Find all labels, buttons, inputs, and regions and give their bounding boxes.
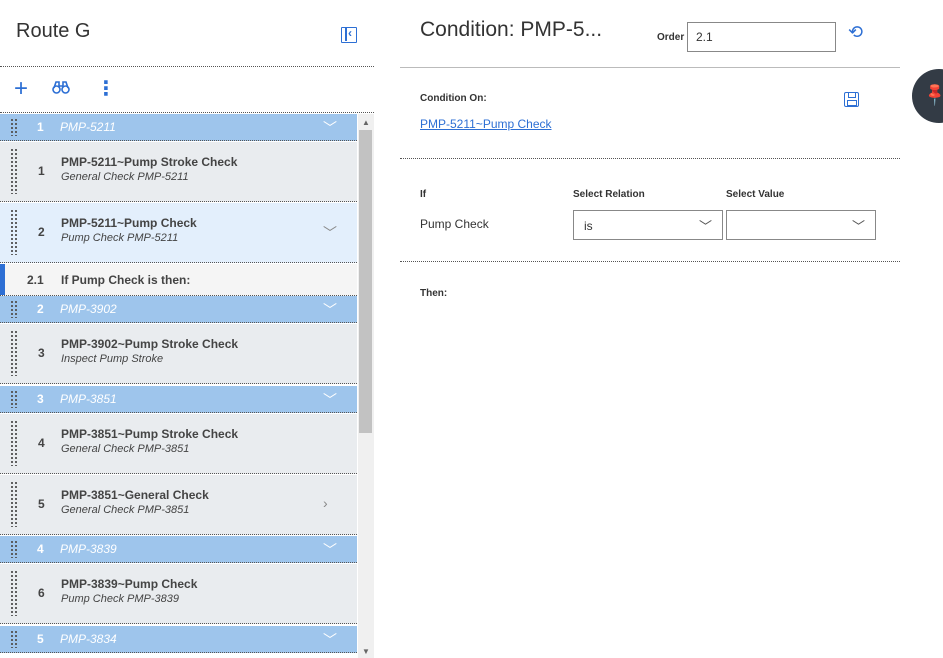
condition-row[interactable]: 2.1 If Pump Check is then: [0, 264, 357, 296]
drag-handle-icon[interactable] [10, 570, 18, 616]
relation-select[interactable]: is ﹀ [573, 210, 723, 240]
pin-button[interactable]: 📌 [912, 69, 943, 123]
if-label: If [420, 189, 427, 200]
group-header[interactable]: 3 PMP-3851 ﹀ [0, 386, 357, 413]
list-item[interactable]: 4 PMP-3851~Pump Stroke Check General Che… [0, 414, 357, 474]
group-number: 2 [37, 302, 44, 316]
list-scrollbar[interactable]: ▲ ▼ [358, 114, 374, 658]
chevron-right-icon[interactable]: › [323, 495, 328, 511]
group-name: PMP-3839 [60, 542, 117, 556]
chevron-down-icon[interactable]: ﹀ [852, 216, 865, 235]
chevron-down-icon[interactable]: ﹀ [323, 630, 337, 650]
list-item[interactable]: 1 PMP-5211~Pump Stroke Check General Che… [0, 142, 357, 202]
value-select[interactable]: ﹀ [726, 210, 876, 240]
condition-panel: Condition: PMP-5... Order ⟲ Condition On… [400, 0, 900, 658]
drag-handle-icon[interactable] [10, 390, 18, 408]
drag-handle-icon[interactable] [10, 118, 18, 136]
list-item[interactable]: 3 PMP-3902~Pump Stroke Check Inspect Pum… [0, 324, 357, 384]
item-subtitle: Pump Check PMP-3839 [61, 593, 179, 605]
item-title: PMP-3902~Pump Stroke Check [61, 337, 239, 351]
list-item[interactable]: 6 PMP-3839~Pump Check Pump Check PMP-383… [0, 564, 357, 624]
binoculars-svg [52, 81, 70, 94]
item-subtitle: Inspect Pump Stroke [61, 353, 164, 365]
item-number: 2 [38, 225, 45, 239]
chevron-down-icon[interactable]: ﹀ [699, 216, 712, 235]
item-title: PMP-5211~Pump Stroke Check [61, 155, 238, 169]
plus-icon[interactable]: + [14, 77, 28, 101]
drag-handle-icon[interactable] [10, 148, 18, 194]
drag-handle-icon[interactable] [10, 481, 18, 527]
divider [400, 158, 900, 159]
group-name: PMP-3851 [60, 392, 117, 406]
item-title: PMP-3851~General Check [61, 488, 209, 502]
scroll-up-icon[interactable]: ▲ [362, 118, 370, 127]
select-relation-label: Select Relation [573, 189, 645, 200]
route-panel: Route G + ⋮ 1 PMP-5211 ﹀ 1 PMP-5211~Pump… [0, 0, 374, 658]
item-title: PMP-3839~Pump Check [61, 577, 198, 591]
chevron-down-icon[interactable]: ﹀ [323, 223, 337, 243]
item-subtitle: General Check PMP-5211 [61, 171, 189, 183]
group-header[interactable]: 4 PMP-3839 ﹀ [0, 536, 357, 563]
group-number: 3 [37, 392, 44, 406]
item-subtitle: Pump Check PMP-5211 [61, 232, 179, 244]
item-number: 5 [38, 497, 45, 511]
if-field-name: Pump Check [420, 217, 489, 231]
group-name: PMP-3902 [60, 302, 117, 316]
route-header: Route G [0, 0, 374, 67]
item-number: 3 [38, 346, 45, 360]
then-label: Then: [420, 288, 448, 299]
drag-handle-icon[interactable] [10, 300, 18, 318]
order-input[interactable] [687, 22, 836, 52]
item-subtitle: General Check PMP-3851 [61, 443, 190, 455]
order-label: Order [657, 32, 685, 43]
scroll-down-icon[interactable]: ▼ [362, 647, 370, 656]
group-header[interactable]: 2 PMP-3902 ﹀ [0, 296, 357, 323]
item-number: 6 [38, 586, 45, 600]
condition-text: If Pump Check is then: [61, 273, 191, 287]
condition-header: Condition: PMP-5... Order ⟲ [400, 0, 900, 68]
condition-on-link[interactable]: PMP-5211~Pump Check [420, 117, 552, 131]
item-subtitle: General Check PMP-3851 [61, 504, 190, 516]
group-header[interactable]: 1 PMP-5211 ﹀ [0, 114, 357, 141]
chevron-down-icon[interactable]: ﹀ [323, 540, 337, 560]
divider [400, 261, 900, 262]
route-step-list: 1 PMP-5211 ﹀ 1 PMP-5211~Pump Stroke Chec… [0, 114, 357, 658]
drag-handle-icon[interactable] [10, 630, 18, 648]
drag-handle-icon[interactable] [10, 209, 18, 255]
group-name: PMP-5211 [60, 120, 116, 134]
save-icon[interactable] [844, 92, 859, 107]
route-toolbar: + ⋮ [0, 68, 374, 113]
group-number: 4 [37, 542, 44, 556]
condition-on-label: Condition On: [420, 93, 487, 104]
binoculars-icon[interactable] [52, 78, 70, 100]
relation-select-value: is [584, 219, 593, 233]
chevron-down-icon[interactable]: ﹀ [323, 300, 337, 320]
pin-icon: 📌 [922, 81, 943, 108]
scrollbar-thumb[interactable] [359, 130, 372, 433]
group-number: 5 [37, 632, 44, 646]
more-vertical-icon[interactable]: ⋮ [96, 78, 116, 100]
collapse-panel-icon[interactable] [341, 26, 357, 43]
item-number: 1 [38, 164, 45, 178]
drag-handle-icon[interactable] [10, 330, 18, 376]
condition-number: 2.1 [27, 273, 44, 287]
group-header[interactable]: 5 PMP-3834 ﹀ [0, 626, 357, 653]
route-title: Route G [16, 20, 91, 42]
group-name: PMP-3834 [60, 632, 117, 646]
group-number: 1 [37, 120, 44, 134]
list-item[interactable]: 5 PMP-3851~General Check General Check P… [0, 475, 357, 535]
item-title: PMP-5211~Pump Check [61, 216, 197, 230]
item-number: 4 [38, 436, 45, 450]
select-value-label: Select Value [726, 189, 785, 200]
item-title: PMP-3851~Pump Stroke Check [61, 427, 239, 441]
chevron-down-icon[interactable]: ﹀ [323, 118, 337, 138]
chevron-down-icon[interactable]: ﹀ [323, 390, 337, 410]
refresh-icon[interactable]: ⟲ [848, 22, 863, 43]
condition-title: Condition: PMP-5... [420, 18, 603, 41]
list-item-selected[interactable]: 2 PMP-5211~Pump Check Pump Check PMP-521… [0, 203, 357, 263]
drag-handle-icon[interactable] [10, 420, 18, 466]
drag-handle-icon[interactable] [10, 540, 18, 558]
